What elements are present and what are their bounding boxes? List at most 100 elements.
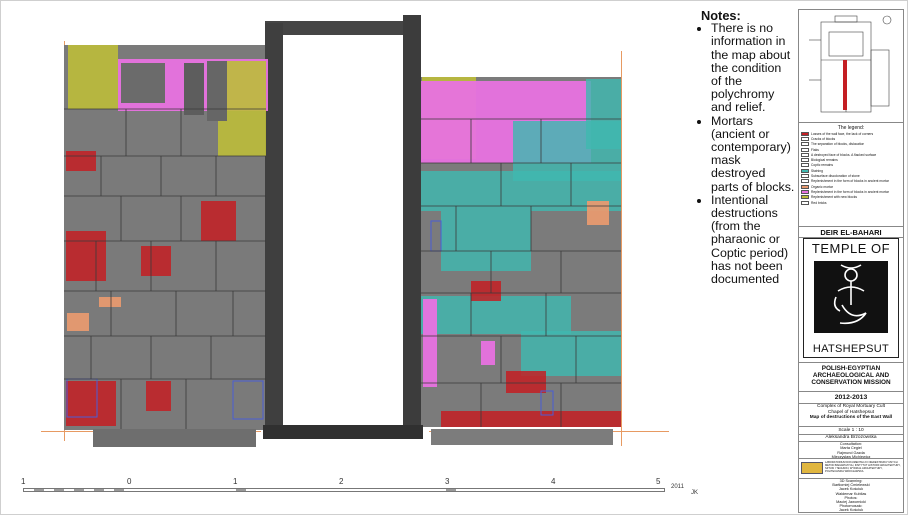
legend-label: Losses of the wall face, the lack of cor…	[811, 131, 874, 136]
zone-staining	[421, 296, 571, 334]
note-item: Mortars (ancient or contemporary) mask d…	[711, 114, 795, 194]
temple-logo-top: TEMPLE OF	[811, 241, 891, 256]
scale-bar-segment	[114, 489, 124, 491]
legend-label: Replenishment with new blocks	[811, 195, 857, 200]
scale-bar-segment	[74, 489, 84, 491]
drawing-sheet: 1 0 1 2 3 4 5 2011 JK Notes: There is no…	[0, 0, 908, 515]
legend-label: Subsurface discoloration of stone	[811, 174, 860, 179]
legend-swatch	[801, 184, 809, 189]
east-wall-drawing: 1 0 1 2 3 4 5 2011 JK	[1, 1, 701, 516]
zone-loss	[471, 281, 501, 301]
scale-number: 1	[21, 477, 26, 486]
legend-swatch	[801, 131, 809, 136]
legend-label: Biological remains	[811, 158, 838, 163]
block-fragment	[207, 61, 227, 121]
scale-bar-segment	[34, 489, 44, 491]
consultation: Consultation: Marta Cegiel Rajmund Gazda…	[799, 441, 903, 459]
institution-logo	[801, 462, 823, 474]
block-fragment	[184, 63, 204, 115]
scale-number: 5	[656, 477, 661, 486]
legend-label: A destroyed face of blocks. A flacked su…	[811, 152, 877, 157]
scale-number: 1	[233, 477, 238, 486]
scale-number: 2	[339, 477, 344, 486]
legend-swatch	[801, 158, 809, 163]
temple-logo-bottom: HATSHEPSUT	[812, 343, 890, 355]
scale-number: 3	[445, 477, 450, 486]
legend-label: Organic mortar	[811, 184, 833, 189]
drawing-initials: JK	[691, 490, 699, 496]
block-fragment	[121, 63, 165, 103]
title-block: The legend: Losses of the wall face, the…	[798, 9, 904, 513]
zone-loss	[441, 411, 621, 427]
temple-logo: TEMPLE OF HATSHEPSUT	[803, 238, 899, 358]
zone-loss	[146, 381, 171, 411]
legend-swatch	[801, 189, 809, 194]
legend-swatch	[801, 147, 809, 152]
scale-bar-segment	[446, 489, 456, 491]
credits: 3D Scanning: Bartłomiej Ćmielewski Jacek…	[799, 478, 903, 512]
scale-bar-segment	[94, 489, 104, 491]
zone-cracks	[430, 220, 442, 252]
note-item: Intentional destructions (from the phara…	[711, 193, 795, 286]
legend-item: Red bricks	[801, 200, 903, 205]
zone-loss	[66, 231, 106, 281]
credit-line: Jacek Kościuk	[838, 508, 864, 513]
drawing-year: 2011	[671, 484, 684, 490]
legend: The legend: Losses of the wall face, the…	[799, 123, 903, 227]
scale-number: 0	[127, 477, 132, 486]
key-plan	[799, 10, 903, 123]
notes-list: There is no information in the map about…	[701, 22, 795, 286]
zone-loss	[201, 201, 236, 241]
legend-label: Replenishment in the form of blocks in a…	[811, 189, 889, 194]
legend-swatch	[801, 195, 809, 200]
mission-name: POLISH-EGYPTIAN ARCHAEOLOGICAL AND CONSE…	[799, 362, 903, 392]
legend-label: Cracks of blocks	[811, 136, 836, 141]
zone-replenish-ancient	[423, 299, 437, 387]
mission-line: ARCHAEOLOGICAL AND	[812, 372, 890, 380]
kneeling-figure-icon	[833, 264, 867, 325]
legend-swatch	[801, 168, 809, 173]
zone-organic-mortar	[67, 313, 89, 331]
institution: LABORATORIUM DOKUMENTACJI I NIEDESTRUKCY…	[799, 459, 903, 479]
zone-loss	[66, 151, 96, 171]
legend-label: The separation of blocks, dislocation	[811, 142, 865, 147]
legend-item: Replenishment in the form of blocks in a…	[801, 179, 903, 184]
legend-label: Coptic remains	[811, 163, 833, 168]
zone-staining	[441, 211, 531, 271]
zone-loss	[66, 381, 116, 426]
site-name: DEIR EL-BAHARI	[799, 227, 903, 238]
scale-number: 4	[551, 477, 556, 486]
legend-swatch	[801, 142, 809, 147]
legend-item: Replenishment in the form of blocks in a…	[801, 189, 903, 194]
scale-bar	[23, 488, 665, 492]
zone-cracks	[232, 380, 264, 420]
zone-loss	[141, 246, 171, 276]
mission-line: POLISH-EGYPTIAN	[821, 365, 881, 372]
zone-new-blocks	[68, 45, 118, 109]
zone-replenish-ancient	[481, 341, 495, 365]
legend-label: Replenishment in the form of blocks in a…	[811, 179, 889, 184]
damage-map-overlay	[64, 45, 621, 429]
key-plan-marker	[843, 60, 847, 110]
zone-staining	[521, 331, 621, 376]
mission-line: CONSERVATION MISSION	[811, 379, 891, 387]
drawing-description: Complex of Royal Mortuary Cult Chapel of…	[799, 403, 903, 427]
note-item: There is no information in the map about…	[711, 22, 795, 114]
scale-bar-segment	[236, 489, 246, 491]
legend-swatch	[801, 136, 809, 141]
scale-bar-segment	[54, 489, 64, 491]
institution-name: LABORATORIUM DOKUMENTACJI I NIEDESTRUKCY…	[825, 461, 901, 473]
legend-swatch	[801, 174, 809, 179]
zone-loss	[506, 371, 546, 393]
legend-swatch	[801, 152, 809, 157]
legend-swatch	[801, 163, 809, 168]
map-title: Map of destructions of the East Wall	[809, 415, 893, 421]
notes-panel: Notes: There is no information in the ma…	[701, 9, 795, 286]
zone-organic-mortar	[99, 297, 121, 307]
hieroglyph-emblem	[814, 261, 888, 333]
zone-organic-mortar	[587, 201, 609, 225]
key-plan-drawing	[809, 15, 892, 113]
legend-label: Staining	[811, 168, 823, 173]
legend-swatch	[801, 179, 809, 184]
legend-label: Red bricks	[811, 200, 827, 205]
